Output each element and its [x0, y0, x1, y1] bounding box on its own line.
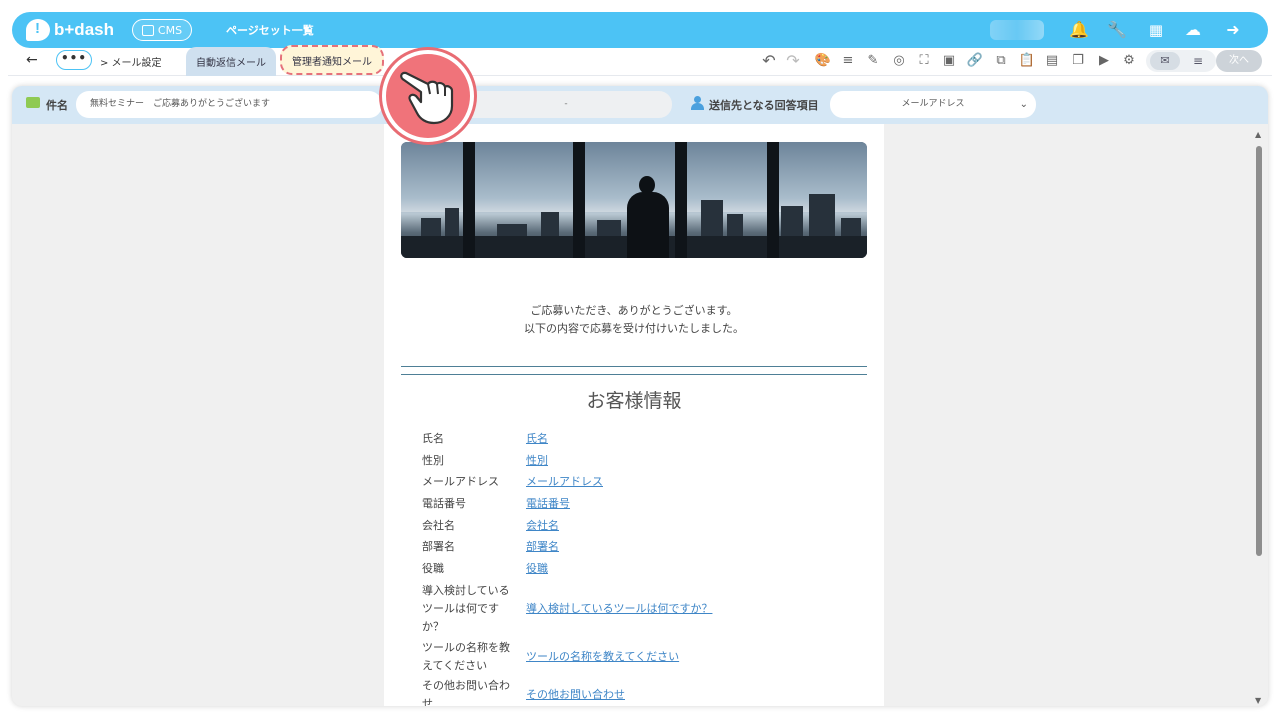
image-icon[interactable]: ▣ [940, 52, 958, 70]
field-label: ツールの名称を教えてください [422, 641, 510, 672]
subject-input[interactable]: 無料セミナー ご応募ありがとうございます [76, 91, 382, 118]
subject-row: 件名 無料セミナー ご応募ありがとうございます - 送信先となる回答項目 メール… [12, 86, 1268, 124]
cms-button[interactable]: CMS [132, 19, 192, 41]
field-value-link[interactable]: 部署名 [526, 538, 559, 556]
hand-pointer-icon [400, 71, 454, 125]
field-value-link[interactable]: ツールの名称を教えてください [526, 648, 679, 666]
user-info[interactable] [990, 20, 1044, 40]
scrollbar[interactable]: ▲ ▼ [1254, 130, 1264, 706]
back-arrow-icon[interactable]: ← [26, 52, 38, 68]
fullscreen-icon[interactable]: ⛶ [915, 52, 933, 70]
field-value-link[interactable]: メールアドレス [526, 473, 603, 491]
divider [401, 374, 867, 375]
more-button[interactable]: ••• [56, 50, 92, 70]
pen-icon[interactable]: ✎ [864, 52, 882, 70]
recipient-select[interactable]: メールアドレス ⌄ [830, 91, 1036, 118]
subject-secondary-input[interactable]: - [460, 91, 672, 118]
field-value-link[interactable]: 導入検討しているツールは何ですか？ [526, 600, 712, 618]
chevron-down-icon: ⌄ [1019, 99, 1028, 110]
logout-icon[interactable]: ➜ [1222, 20, 1244, 40]
gear-icon[interactable]: ⚙ [1120, 52, 1138, 70]
field-label: 性別 [422, 454, 444, 467]
scroll-up-icon[interactable]: ▲ [1255, 130, 1261, 139]
greeting-text: ご応募いただき、ありがとうございます。 以下の内容で応募を受け付けいたしました。 [524, 304, 744, 335]
field-value-link[interactable]: 性別 [526, 452, 548, 470]
recipient-label: 送信先となる回答項目 [709, 99, 819, 112]
field-value-link[interactable]: その他お問い合わせ [526, 686, 625, 704]
wrench-icon[interactable]: 🔧 [1106, 20, 1128, 40]
support-icon[interactable]: ☁ [1182, 20, 1204, 40]
section-title: お客様情報 [586, 390, 682, 412]
tab-auto-reply-mail[interactable]: 自動返信メール [186, 47, 276, 76]
field-label: 氏名 [422, 432, 444, 445]
field-label: 会社名 [422, 519, 455, 532]
field-label: その他お問い合わせ [422, 679, 510, 706]
redo-icon[interactable]: ↷ [784, 52, 802, 70]
tab-admin-notification-mail[interactable]: 管理者通知メール [280, 45, 384, 75]
grid-icon[interactable]: ▦ [1145, 20, 1167, 40]
field-value-link[interactable]: 役職 [526, 560, 548, 578]
top-navbar: b+dash CMS ページセット一覧 🔔 🔧 ▦ ☁ ➜ [12, 12, 1268, 48]
align-icon[interactable]: ≡ [839, 52, 857, 70]
divider [401, 366, 867, 367]
toolbar: ← ••• > メール設定 自動返信メール 管理者通知メール ↶ ↷ 🎨 ≡ ✎… [8, 45, 1272, 76]
field-label: 役職 [422, 562, 444, 575]
copy-icon[interactable]: ⧉ [992, 52, 1010, 70]
recipient-value: メールアドレス [901, 99, 965, 109]
undo-icon[interactable]: ↶ [760, 52, 778, 70]
link-icon[interactable]: 🔗 [966, 52, 984, 70]
field-value-link[interactable]: 電話番号 [526, 495, 570, 513]
scroll-down-icon[interactable]: ▼ [1255, 696, 1261, 705]
email-canvas[interactable]: ご応募いただき、ありがとうございます。 以下の内容で応募を受け付けいたしました。… [384, 124, 884, 706]
hero-image[interactable] [401, 142, 867, 258]
mail-view-icon[interactable]: ✉ [1150, 52, 1180, 70]
person-icon [690, 96, 704, 110]
logo-text: b+dash [54, 20, 114, 39]
field-value-link[interactable]: 氏名 [526, 430, 548, 448]
cms-label: CMS [157, 23, 183, 37]
page-set-list-link[interactable]: ページセット一覧 [226, 22, 314, 38]
edit-icon [141, 24, 154, 36]
text-view-icon[interactable]: ≡ [1183, 52, 1213, 70]
play-icon[interactable]: ▶ [1095, 52, 1113, 70]
field-label: 電話番号 [422, 497, 466, 510]
palette-icon[interactable]: 🎨 [814, 52, 832, 70]
logo-icon [26, 19, 50, 41]
scroll-thumb[interactable] [1256, 146, 1262, 556]
app-window: b+dash CMS ページセット一覧 🔔 🔧 ▦ ☁ ➜ ← ••• > メー… [8, 8, 1272, 712]
next-button[interactable]: 次へ [1216, 50, 1262, 72]
mail-icon [26, 97, 40, 108]
logo[interactable]: b+dash [26, 18, 114, 42]
mail-editor: 件名 無料セミナー ご応募ありがとうございます - 送信先となる回答項目 メール… [12, 86, 1268, 706]
target-icon[interactable]: ◎ [890, 52, 908, 70]
subject-label: 件名 [46, 99, 68, 112]
breadcrumb[interactable]: > メール設定 [100, 54, 162, 69]
layout-icon[interactable]: ▤ [1043, 52, 1061, 70]
field-value-link[interactable]: 会社名 [526, 517, 559, 535]
bell-icon[interactable]: 🔔 [1068, 20, 1090, 40]
field-label: メールアドレス [422, 475, 499, 488]
field-label: 部署名 [422, 540, 455, 553]
field-label: 導入検討しているツールは何ですか？ [422, 584, 510, 633]
window-icon[interactable]: ❐ [1069, 52, 1087, 70]
clipboard-icon[interactable]: 📋 [1018, 52, 1036, 70]
